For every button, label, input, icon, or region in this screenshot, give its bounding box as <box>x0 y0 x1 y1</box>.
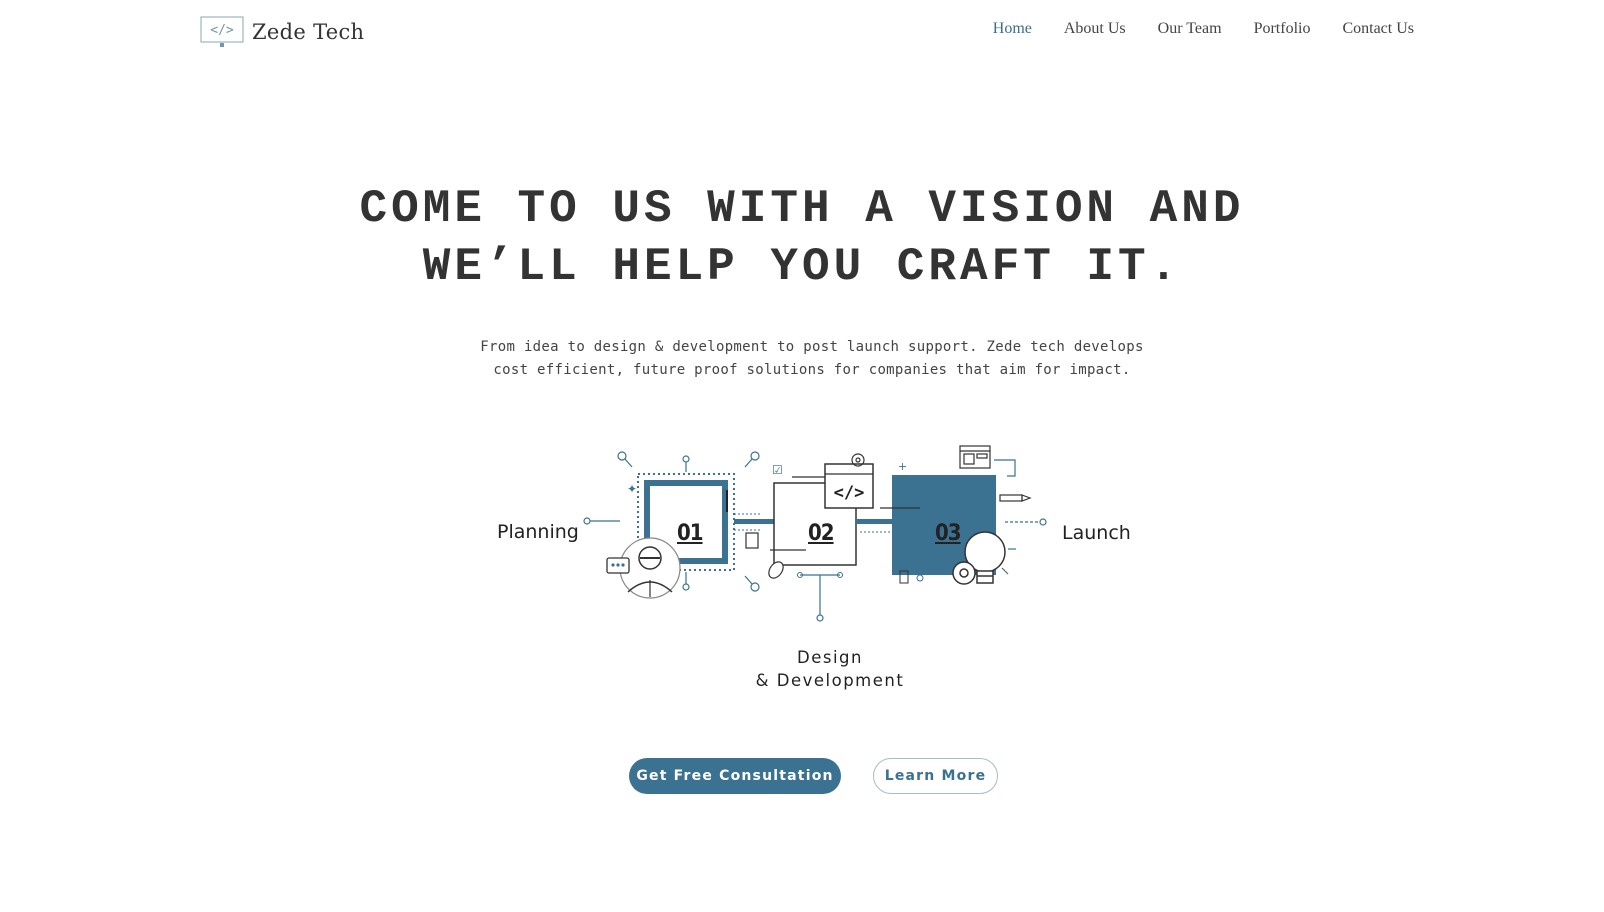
svg-text:</>: </> <box>834 483 865 503</box>
learn-more-button[interactable]: Learn More <box>873 758 998 794</box>
nav-portfolio[interactable]: Portfolio <box>1254 20 1311 38</box>
hero-headline-line2: WE’LL HELP YOU CRAFT IT. <box>422 241 1182 293</box>
step-label-planning: Planning <box>497 521 579 543</box>
step-number-02: 02 <box>808 521 835 546</box>
step-number-01: 01 <box>677 521 704 546</box>
step-label-design-development: Design & Development <box>740 646 920 692</box>
svg-text:+: + <box>898 460 907 473</box>
pen-icon <box>999 494 1032 502</box>
step-label-launch: Launch <box>1062 522 1131 544</box>
hero-headline: COME TO US WITH A VISION AND WE’LL HELP … <box>0 180 1604 296</box>
nav-home[interactable]: Home <box>993 20 1032 38</box>
svg-text:</>: </> <box>210 23 234 38</box>
brand-logo[interactable]: </> Zede Tech <box>200 16 364 48</box>
code-window-icon: </> <box>824 463 874 509</box>
svg-text:☑: ☑ <box>772 463 783 477</box>
nav-our-team[interactable]: Our Team <box>1158 20 1222 38</box>
step-label-development: & Development <box>755 671 905 690</box>
hero-subtitle: From idea to design & development to pos… <box>480 339 1144 378</box>
hero-headline-line1: COME TO US WITH A VISION AND <box>359 183 1245 235</box>
step-number-03: 03 <box>935 521 962 546</box>
chat-bubble-icon <box>606 557 630 574</box>
svg-text:✦: ✦ <box>627 482 637 496</box>
main-nav: Home About Us Our Team Portfolio Contact… <box>961 20 1414 38</box>
nav-contact-us[interactable]: Contact Us <box>1342 20 1414 38</box>
code-monitor-icon: </> <box>200 16 244 47</box>
site-header: </> Zede Tech Home About Us Our Team Por… <box>0 0 1604 64</box>
step-label-design: Design <box>797 648 863 667</box>
nav-about-us[interactable]: About Us <box>1064 20 1126 38</box>
get-free-consultation-button[interactable]: Get Free Consultation <box>629 758 841 794</box>
brand-name: Zede Tech <box>252 20 365 44</box>
browser-layout-icon <box>959 445 991 469</box>
gear-icon <box>952 561 976 585</box>
